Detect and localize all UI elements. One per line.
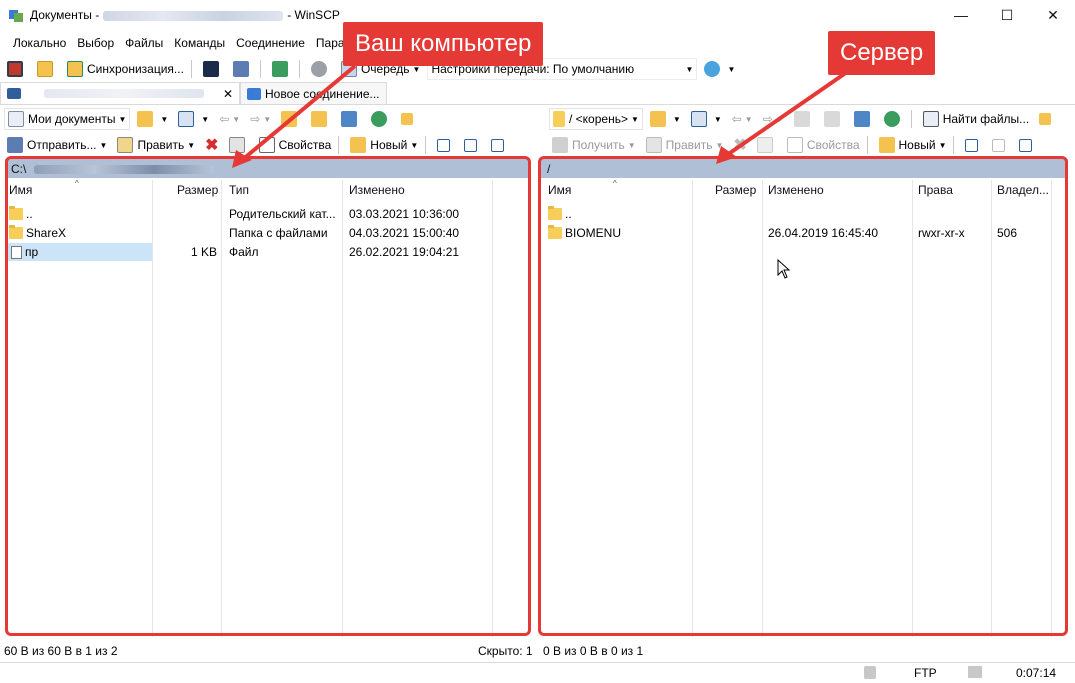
server-arrow [725,68,852,157]
right-status: 0 B из 0 B в 0 из 1 [543,644,644,658]
connection-icon [968,666,982,678]
connection-bar: FTP 0:07:14 [0,662,1075,683]
local-arrow [240,64,357,162]
left-status: 60 B из 60 B в 1 из 2 [4,644,118,658]
status-bar: 60 B из 60 B в 1 из 2 Скрыто: 1 0 B из 0… [0,640,1075,662]
session-time: 0:07:14 [1016,666,1057,680]
callout-local: Ваш компьютер [343,22,544,66]
lock-icon [864,666,876,679]
hidden-count: Скрыто: 1 [478,644,533,658]
annotation-arrows [232,64,852,168]
callout-server: Сервер [828,31,936,75]
protocol-label: FTP [914,666,937,680]
